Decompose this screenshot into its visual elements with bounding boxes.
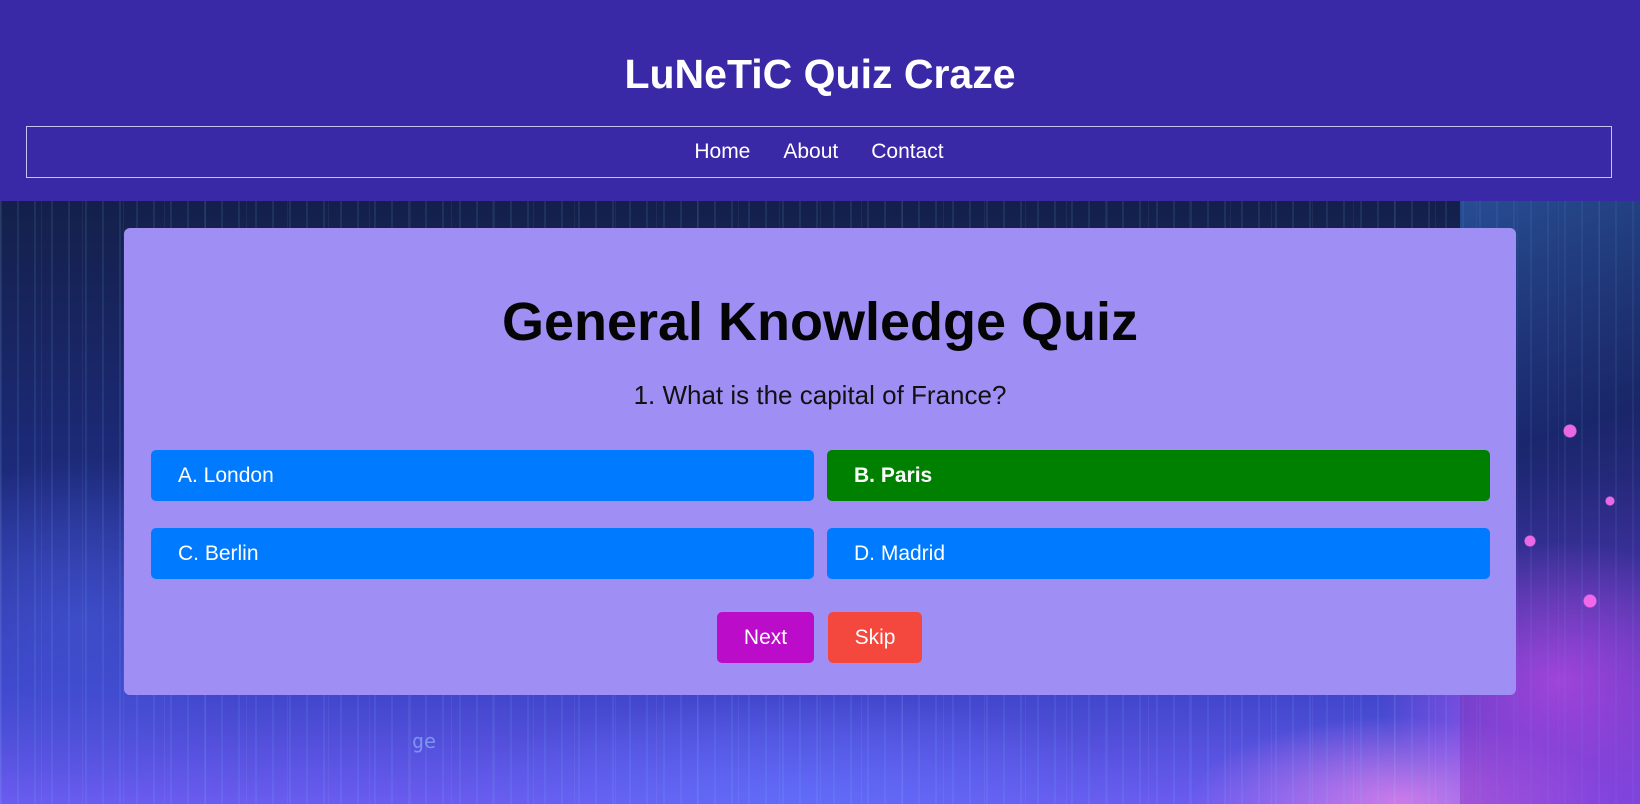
nav-link-contact[interactable]: Contact [871, 140, 943, 164]
site-title: LuNeTiC Quiz Craze [624, 51, 1016, 97]
option-d-button[interactable]: D. Madrid [827, 528, 1490, 579]
next-button[interactable]: Next [717, 612, 814, 663]
nav-link-home[interactable]: Home [694, 140, 750, 164]
site-header: LuNeTiC Quiz Craze Home About Contact [0, 0, 1640, 201]
option-c-button[interactable]: C. Berlin [151, 528, 814, 579]
option-b-button[interactable]: B. Paris [827, 450, 1490, 501]
nav-link-about[interactable]: About [783, 140, 838, 164]
question-text: 1. What is the capital of France? [633, 380, 1007, 410]
option-a-button[interactable]: A. London [151, 450, 814, 501]
quiz-title: General Knowledge Quiz [501, 292, 1139, 352]
background-glyphs: ge [412, 729, 437, 753]
main-nav: Home About Contact [26, 126, 1612, 178]
skip-button[interactable]: Skip [828, 612, 922, 663]
